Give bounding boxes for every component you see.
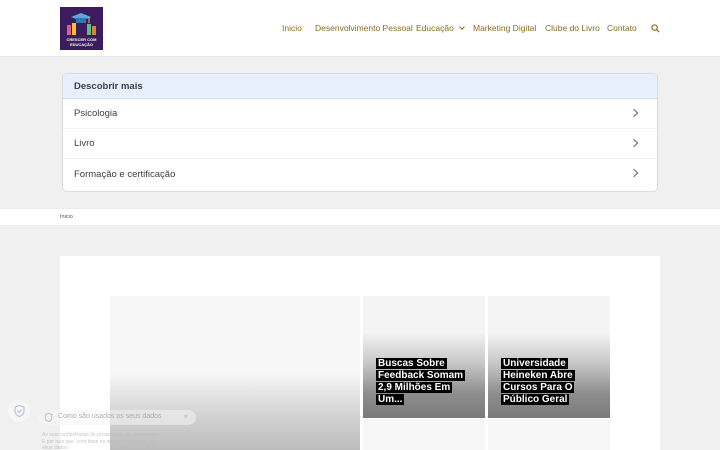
nav-item-marketing-digital[interactable]: Marketing Digital (473, 23, 536, 33)
breadcrumb-item-inicio[interactable]: Inicio (60, 214, 73, 220)
chevron-right-icon (629, 168, 639, 178)
privacy-shield-button[interactable] (8, 400, 30, 422)
post-card-heineken[interactable]: Universidade Heineken Abre Cursos Para O… (488, 296, 610, 418)
discover-more-panel: Descobrir mais Psicologia Livro Formação… (62, 73, 658, 192)
discover-item-psicologia[interactable]: Psicologia (63, 99, 657, 129)
discover-item-label: Livro (74, 138, 95, 149)
nav-item-inicio[interactable]: Inicio (282, 23, 302, 33)
discover-item-formacao[interactable]: Formação e certificação (63, 159, 657, 189)
close-icon[interactable]: × (183, 412, 188, 421)
books-icon (67, 23, 96, 35)
discover-item-label: Psicologia (74, 108, 118, 119)
site-logo[interactable]: CRESCER COM EDUCAÇÃO (60, 7, 103, 50)
nav-item-educacao[interactable]: Educação (416, 23, 465, 33)
privacy-notice-header[interactable]: Como são usados os seus dados × (38, 410, 196, 425)
site-header: CRESCER COM EDUCAÇÃO Inicio Desenvolvime… (0, 0, 720, 57)
post-card-title[interactable]: Buscas Sobre Feedback Somam 2,9 Milhões … (376, 358, 478, 406)
breadcrumb: Inicio (0, 208, 720, 226)
search-icon[interactable] (651, 24, 660, 33)
privacy-notice-body: As suas preferências de privacidade são … (42, 432, 161, 450)
nav-item-clube-do-livro[interactable]: Clube do Livro (545, 23, 600, 33)
post-card-placeholder (488, 419, 610, 450)
chevron-down-icon (458, 24, 465, 30)
nav-item-contato[interactable]: Contato (607, 23, 637, 33)
discover-item-label: Formação e certificação (74, 168, 176, 180)
privacy-notice-title: Como são usados os seus dados (58, 413, 162, 420)
shield-icon (44, 413, 53, 422)
nav-item-desenvolvimento-pessoal[interactable]: Desenvolvimento Pessoal (315, 23, 413, 33)
post-card-placeholder (363, 419, 485, 450)
nav-item-educacao-label: Educação (416, 23, 454, 33)
logo-text-line-2: EDUCAÇÃO (69, 41, 94, 47)
post-card-feedback[interactable]: Buscas Sobre Feedback Somam 2,9 Milhões … (363, 296, 485, 418)
featured-post-card[interactable] (110, 296, 360, 450)
shield-icon (14, 405, 24, 417)
discover-item-livro[interactable]: Livro (63, 129, 657, 159)
chevron-right-icon (629, 138, 639, 148)
discover-more-title: Descobrir mais (63, 74, 657, 99)
post-card-title[interactable]: Universidade Heineken Abre Cursos Para O… (501, 358, 603, 406)
chevron-right-icon (629, 108, 639, 118)
